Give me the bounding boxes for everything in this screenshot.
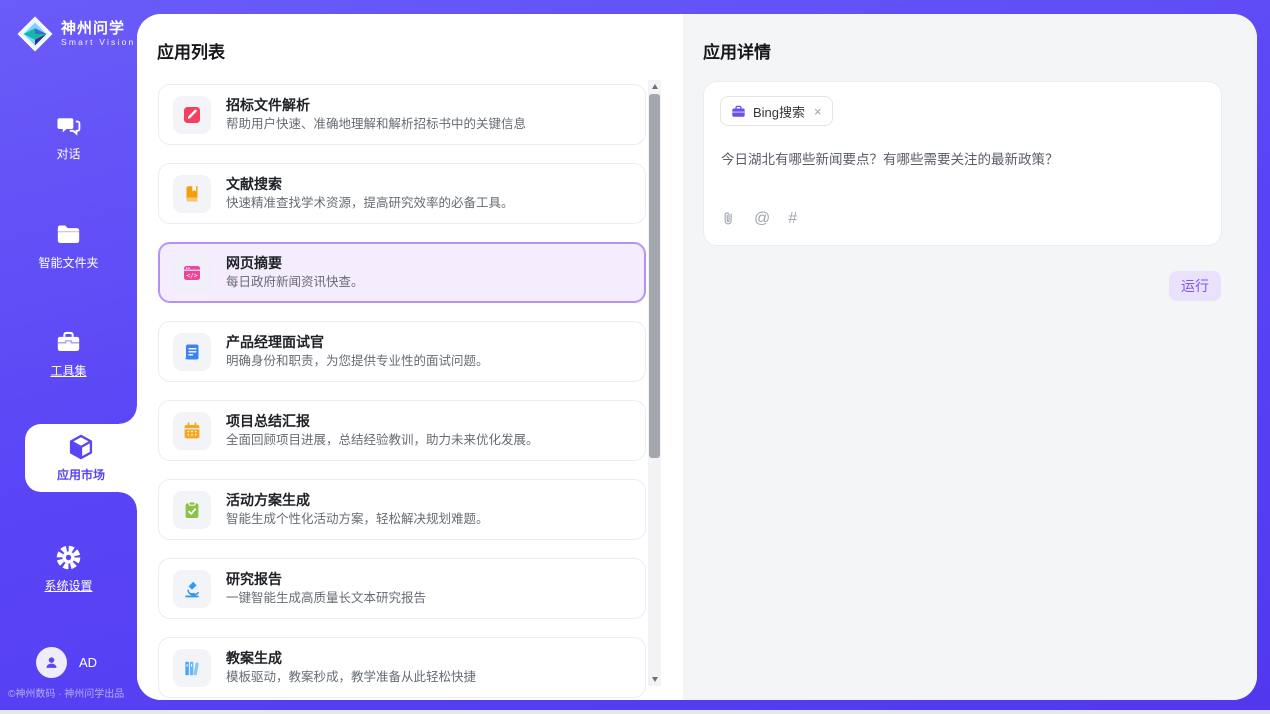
- books-icon: [182, 658, 202, 678]
- scroll-down-arrow[interactable]: [648, 673, 661, 686]
- folder-icon: [55, 221, 82, 248]
- app-desc: 一键智能生成高质量长文本研究报告: [226, 591, 426, 606]
- svg-text:</>: </>: [186, 272, 197, 279]
- avatar: [36, 647, 67, 678]
- paperclip-icon[interactable]: [721, 210, 736, 227]
- app-card-event-plan[interactable]: 活动方案生成 智能生成个性化活动方案，轻松解决规划难题。: [158, 479, 646, 540]
- cube-icon: [67, 433, 95, 461]
- hash-icon[interactable]: #: [788, 211, 797, 227]
- composer-toolbar: @ #: [721, 210, 797, 227]
- close-icon[interactable]: ×: [814, 105, 822, 118]
- sidebar-item-label: 系统设置: [44, 577, 92, 594]
- app-card-literature-search[interactable]: 文献搜索 快速精准查找学术资源，提高研究效率的必备工具。: [158, 163, 646, 224]
- app-name: 活动方案生成: [226, 492, 489, 509]
- app-card-pm-interviewer[interactable]: 产品经理面试官 明确身份和职责，为您提供专业性的面试问题。: [158, 321, 646, 382]
- scrollbar-thumb[interactable]: [649, 94, 660, 458]
- app-list-panel: 应用列表 招标文件解析 帮助用户快速、准确地理解和解析招标书中的关键信息: [137, 14, 683, 700]
- app-detail-panel: 应用详情 Bing搜索 × 今日湖北有哪些新闻要点？有哪些需要关注的最新政策？ …: [683, 14, 1257, 700]
- sidebar-item-label: 对话: [56, 145, 80, 162]
- book-icon: [182, 184, 202, 204]
- microscope-icon: [182, 579, 202, 599]
- app-list-scrollbar[interactable]: [648, 80, 661, 686]
- main-container: 应用列表 招标文件解析 帮助用户快速、准确地理解和解析招标书中的关键信息: [137, 14, 1257, 700]
- person-icon: [43, 654, 60, 671]
- app-card-bid-document-parse[interactable]: 招标文件解析 帮助用户快速、准确地理解和解析招标书中的关键信息: [158, 84, 646, 145]
- app-card-project-summary[interactable]: 项目总结汇报 全面回顾项目进展，总结经验教训，助力未来优化发展。: [158, 400, 646, 461]
- at-icon[interactable]: @: [754, 211, 770, 227]
- briefcase-icon: [731, 104, 746, 119]
- app-name: 网页摘要: [226, 255, 364, 272]
- scroll-up-arrow[interactable]: [648, 80, 661, 93]
- app-desc: 快速精准查找学术资源，提高研究效率的必备工具。: [226, 196, 514, 211]
- app-desc: 帮助用户快速、准确地理解和解析招标书中的关键信息: [226, 117, 526, 132]
- app-items: 招标文件解析 帮助用户快速、准确地理解和解析招标书中的关键信息 文献搜索 快速精…: [158, 84, 646, 698]
- gear-icon: [55, 544, 82, 571]
- app-list-title: 应用列表: [157, 38, 225, 63]
- sidebar-item-label: 智能文件夹: [38, 254, 98, 271]
- run-button[interactable]: 运行: [1169, 271, 1221, 301]
- chat-icon: [55, 112, 82, 139]
- calendar-icon: [182, 421, 202, 441]
- app-name: 教案生成: [226, 650, 476, 667]
- sidebar-item-settings[interactable]: 系统设置: [0, 544, 137, 594]
- sidebar-item-smart-folder[interactable]: 智能文件夹: [0, 221, 137, 271]
- document-pen-icon: [182, 342, 202, 362]
- app-desc: 全面回顾项目进展，总结经验教训，助力未来优化发展。: [226, 433, 539, 448]
- bottom-strip: [0, 710, 1270, 714]
- app-card-research-report[interactable]: 研究报告 一键智能生成高质量长文本研究报告: [158, 558, 646, 619]
- sidebar-item-label: 应用市场: [57, 466, 105, 483]
- copyright-footer: ©神州数码 · 神州问学出品: [8, 685, 137, 700]
- browser-code-icon: </>: [182, 263, 202, 283]
- clipboard-check-icon: [182, 500, 202, 520]
- app-desc: 每日政府新闻资讯快查。: [226, 275, 364, 290]
- brand-name: 神州问学: [61, 20, 135, 37]
- app-name: 项目总结汇报: [226, 413, 539, 430]
- app-card-web-summary[interactable]: </> 网页摘要 每日政府新闻资讯快查。: [158, 242, 646, 303]
- tool-chip-label: Bing搜索: [753, 102, 805, 121]
- tool-chip-bing-search[interactable]: Bing搜索 ×: [720, 96, 833, 126]
- app-desc: 智能生成个性化活动方案，轻松解决规划难题。: [226, 512, 489, 527]
- sidebar-item-chat[interactable]: 对话: [0, 112, 137, 162]
- app-card-lesson-plan[interactable]: 教案生成 模板驱动，教案秒成，教学准备从此轻松快捷: [158, 637, 646, 698]
- brand-subtitle: Smart Vision: [61, 37, 135, 48]
- app-desc: 模板驱动，教案秒成，教学准备从此轻松快捷: [226, 670, 476, 685]
- sidebar-item-app-market[interactable]: 应用市场: [25, 424, 137, 492]
- user-profile[interactable]: AD: [36, 647, 97, 678]
- sidebar: 神州问学 Smart Vision 对话 智能文件夹 工具集: [0, 0, 137, 710]
- app-desc: 明确身份和职责，为您提供专业性的面试问题。: [226, 354, 489, 369]
- app-name: 文献搜索: [226, 176, 514, 193]
- app-name: 招标文件解析: [226, 97, 526, 114]
- user-name: AD: [79, 655, 97, 670]
- toolbox-icon: [55, 329, 82, 356]
- brand-logo: 神州问学 Smart Vision: [16, 15, 135, 53]
- app-name: 研究报告: [226, 571, 426, 588]
- diamond-logo-icon: [16, 15, 54, 53]
- pen-square-icon: [182, 105, 202, 125]
- prompt-card: Bing搜索 × 今日湖北有哪些新闻要点？有哪些需要关注的最新政策？ @ #: [703, 81, 1222, 246]
- sidebar-item-label: 工具集: [50, 362, 86, 379]
- app-detail-title: 应用详情: [703, 38, 771, 63]
- sidebar-item-toolbox[interactable]: 工具集: [0, 329, 137, 379]
- query-input[interactable]: 今日湖北有哪些新闻要点？有哪些需要关注的最新政策？: [721, 150, 1201, 169]
- app-name: 产品经理面试官: [226, 334, 489, 351]
